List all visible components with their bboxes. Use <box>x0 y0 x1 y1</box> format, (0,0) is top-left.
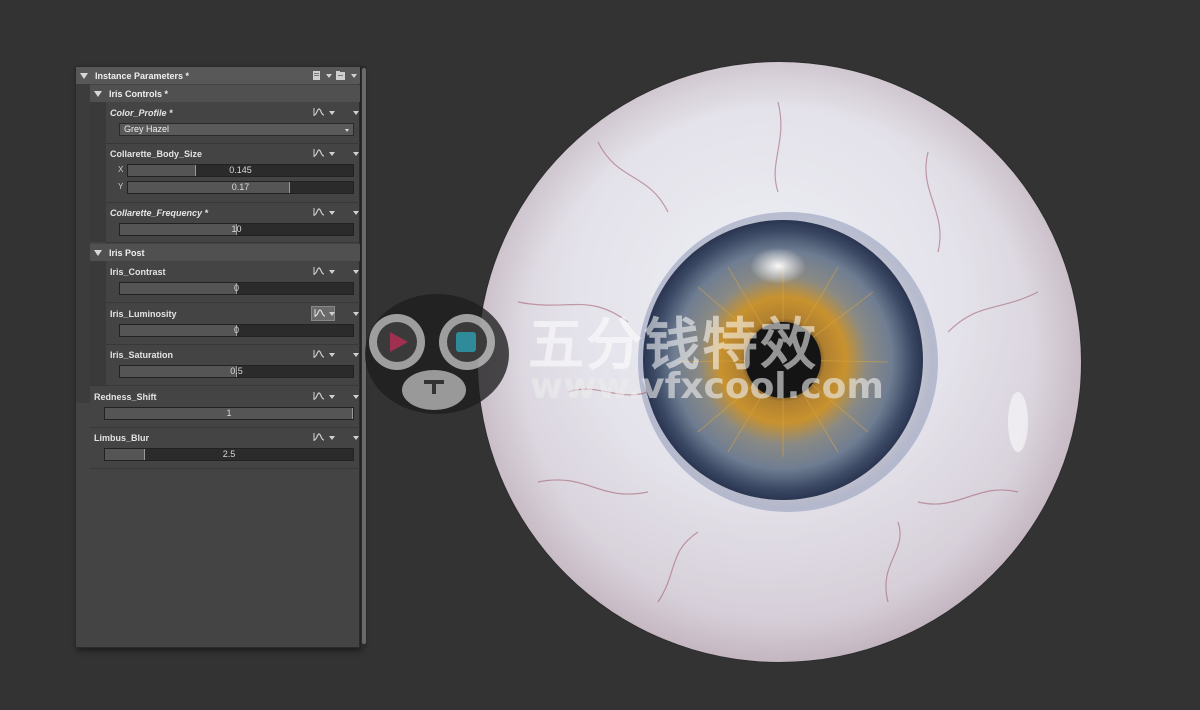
param-label-collarette-frequency: Collarette_Frequency * <box>110 208 209 218</box>
slider-marker <box>143 449 145 460</box>
slider-fill <box>105 449 145 460</box>
curve-menu-arrow[interactable] <box>329 353 335 357</box>
param-label-iris-contrast: Iris_Contrast <box>110 267 166 277</box>
curve-menu-arrow[interactable] <box>329 111 335 115</box>
animation-curve-icon[interactable] <box>313 391 325 401</box>
divider <box>106 302 361 303</box>
collarette-body-size-x-slider[interactable]: 0.145 <box>127 164 354 177</box>
slider-value: 1 <box>226 408 232 418</box>
animation-curve-icon[interactable] <box>313 148 325 158</box>
group-label: Iris Post <box>109 247 145 258</box>
group-iris-post[interactable]: Iris Post <box>90 244 361 261</box>
group-iris-controls[interactable]: Iris Controls * <box>90 85 361 102</box>
watermark-logo-icon <box>365 294 509 414</box>
param-label-iris-saturation: Iris_Saturation <box>110 350 174 360</box>
divider <box>90 385 361 386</box>
color-profile-dropdown[interactable]: Grey Hazel <box>119 123 354 136</box>
param-menu-arrow[interactable] <box>353 270 359 274</box>
slider-fill <box>120 224 237 235</box>
param-menu-arrow[interactable] <box>353 436 359 440</box>
indent-guide <box>76 84 90 403</box>
slider-value: 0 <box>233 325 239 335</box>
collarette-frequency-slider[interactable]: 10 <box>119 223 354 236</box>
document-menu-arrow[interactable] <box>326 74 332 78</box>
animation-curve-icon[interactable] <box>313 432 325 442</box>
param-label-redness-shift: Redness_Shift <box>94 392 157 402</box>
curve-menu-arrow[interactable] <box>329 395 335 399</box>
slider-fill <box>120 325 237 336</box>
curve-menu-arrow[interactable] <box>329 270 335 274</box>
divider <box>106 344 361 345</box>
param-label-collarette-body-size: Collarette_Body_Size <box>110 149 203 159</box>
axis-label-x: X <box>118 165 124 174</box>
param-menu-arrow[interactable] <box>353 111 359 115</box>
divider <box>90 427 361 428</box>
animation-curve-icon[interactable] <box>314 308 326 318</box>
collapse-icon[interactable] <box>80 72 88 79</box>
document-icon[interactable] <box>312 70 322 81</box>
axis-label-y: Y <box>118 182 124 191</box>
folder-icon[interactable] <box>335 70 347 81</box>
collapse-icon[interactable] <box>94 90 102 97</box>
limbus-blur-slider[interactable]: 2.5 <box>104 448 354 461</box>
curve-menu-arrow[interactable] <box>329 312 335 316</box>
param-menu-arrow[interactable] <box>353 152 359 156</box>
redness-shift-slider[interactable]: 1 <box>104 407 354 420</box>
slider-value: 2.5 <box>222 449 236 459</box>
curve-menu-arrow[interactable] <box>329 152 335 156</box>
indent-guide <box>90 101 106 242</box>
indent-guide <box>90 260 106 386</box>
slider-fill <box>128 182 290 193</box>
chevron-down-icon[interactable] <box>345 129 349 132</box>
collarette-body-size-y-slider[interactable]: 0.17 <box>127 181 354 194</box>
curve-menu-arrow[interactable] <box>329 436 335 440</box>
param-menu-arrow[interactable] <box>353 211 359 215</box>
iris-luminosity-slider[interactable]: 0 <box>119 324 354 337</box>
divider <box>90 468 361 469</box>
divider <box>106 202 361 203</box>
slider-marker <box>194 165 196 176</box>
divider <box>106 242 361 243</box>
watermark-url: www.vfxcool.com <box>530 366 884 407</box>
slider-value: 10 <box>231 224 242 234</box>
slider-value: 0.5 <box>230 366 243 376</box>
iris-saturation-slider[interactable]: 0.5 <box>119 365 354 378</box>
slider-marker <box>289 182 290 193</box>
curve-menu-arrow[interactable] <box>329 211 335 215</box>
animation-curve-icon[interactable] <box>313 349 325 359</box>
animation-curve-icon[interactable] <box>313 107 325 117</box>
param-label-color-profile: Color_Profile * <box>110 108 173 118</box>
folder-menu-arrow[interactable] <box>351 74 357 78</box>
slider-value: 0.17 <box>231 182 250 192</box>
param-label-iris-luminosity: Iris_Luminosity <box>110 309 177 319</box>
panel-title: Instance Parameters * <box>95 70 190 81</box>
group-label: Iris Controls * <box>109 88 169 99</box>
param-label-limbus-blur: Limbus_Blur <box>94 433 150 443</box>
animation-curve-icon[interactable] <box>313 266 325 276</box>
slider-value: 0 <box>233 283 239 293</box>
slider-fill <box>120 283 237 294</box>
instance-parameters-panel: Instance Parameters * Iris Controls * Co… <box>75 66 361 648</box>
slider-value: 0.145 <box>229 165 252 175</box>
slider-fill <box>128 165 196 176</box>
divider <box>106 143 361 144</box>
slider-fill <box>120 366 237 377</box>
iris-contrast-slider[interactable]: 0 <box>119 282 354 295</box>
collapse-icon[interactable] <box>94 249 102 256</box>
dropdown-value: Grey Hazel <box>124 124 170 134</box>
animation-curve-icon[interactable] <box>313 207 325 217</box>
